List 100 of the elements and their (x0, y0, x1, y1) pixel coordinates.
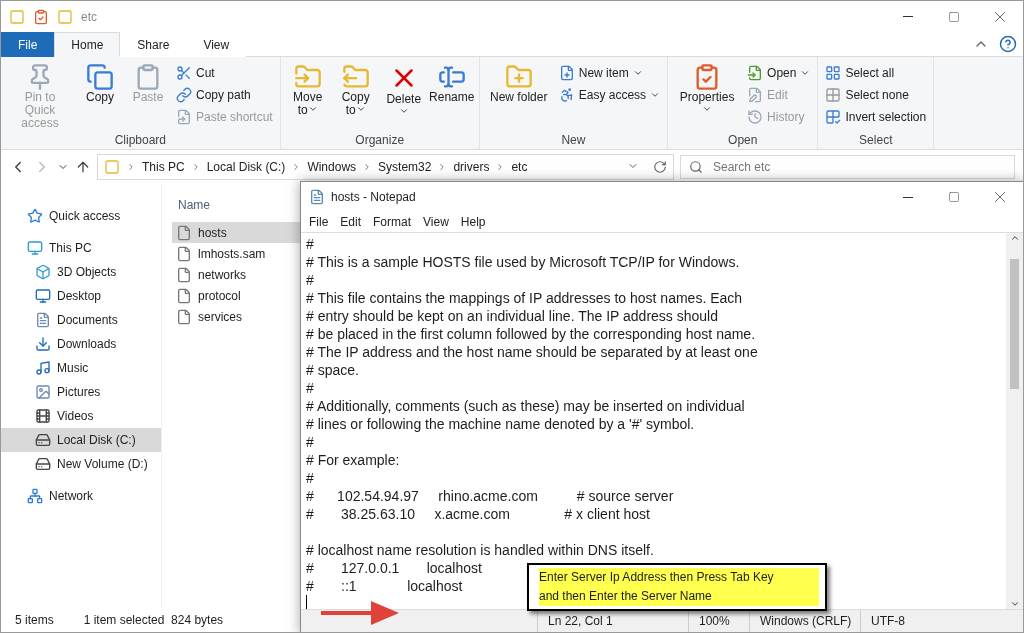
ribbon-button[interactable]: New folder (483, 61, 554, 133)
sidebar-item[interactable]: Downloads (1, 332, 161, 356)
history-icon (747, 109, 764, 125)
drive-icon (35, 432, 51, 448)
sidebar-item[interactable]: Documents (1, 308, 161, 332)
scissors-icon (176, 65, 192, 81)
music-icon (35, 360, 51, 376)
file-icon (176, 308, 192, 325)
callout-text: Enter Server Ip Address then Press Tab Key (539, 568, 819, 587)
edit-icon (747, 87, 764, 103)
star-icon (27, 208, 43, 224)
file-row[interactable]: hosts (172, 222, 300, 243)
folder-copy-icon (341, 63, 370, 91)
menu-item[interactable]: View (417, 215, 455, 229)
ribbon-small-button[interactable]: New item (555, 63, 664, 83)
file-row[interactable]: services (172, 306, 300, 327)
sidebar-item[interactable]: Pictures (1, 380, 161, 404)
breadcrumb-item[interactable]: drivers (453, 160, 490, 174)
sidebar-item[interactable]: New Volume (D:) (1, 452, 161, 476)
documents-icon (35, 312, 51, 328)
minimize-icon (903, 16, 913, 17)
ribbon-small-button[interactable]: Select all (822, 63, 930, 83)
menu-item[interactable]: Format (367, 215, 418, 229)
scroll-up-icon (1009, 233, 1020, 243)
sidebar-item[interactable]: 3D Objects (1, 260, 161, 284)
shortcut-icon (176, 109, 192, 125)
sidebar-item[interactable]: Desktop (1, 284, 161, 308)
text-line: # (306, 235, 314, 253)
separator-icon (126, 162, 136, 172)
sidebar-item[interactable]: Network (1, 484, 161, 508)
ribbon-small-button[interactable]: Copy path (173, 85, 276, 105)
group-label: Organize (354, 133, 406, 147)
text-line: # (306, 379, 314, 397)
sidebar-item[interactable]: Quick access (1, 204, 161, 228)
copy-icon (86, 63, 114, 91)
sidebar-item[interactable]: Music (1, 356, 161, 380)
text-line: # This file contains the mappings of IP addresses to host names. Each (306, 289, 743, 307)
ribbon-small-button[interactable]: Open (744, 63, 814, 83)
search-icon (689, 160, 703, 174)
invert-selection-icon (825, 109, 842, 125)
text-line: # space. (306, 361, 359, 379)
scroll-down-icon (1009, 599, 1020, 609)
up-button[interactable] (75, 159, 91, 175)
text-line: # (306, 271, 314, 289)
text-line: # 127.0.0.1 localhost (306, 559, 482, 577)
menu-item[interactable]: File (303, 215, 335, 229)
drive-icon (35, 456, 51, 472)
breadcrumb-item[interactable]: System32 (378, 160, 432, 174)
sidebar-item[interactable]: Videos (1, 404, 161, 428)
sidebar-item[interactable]: This PC (1, 236, 161, 260)
select-all-icon (825, 65, 842, 81)
item-count: 5 items (15, 613, 54, 627)
select-none-icon (825, 87, 842, 103)
download-icon (35, 336, 51, 352)
ribbon-small-button[interactable]: Easy access (555, 85, 664, 105)
ribbon-small-button[interactable]: Cut (173, 63, 276, 83)
breadcrumb-item[interactable]: etc (511, 160, 528, 174)
text-line: # The IP address and the host name should be separated by at least one (306, 343, 758, 361)
text-line: # 38.25.63.10 x.acme.com # x client host (306, 505, 650, 523)
properties-icon (33, 8, 49, 25)
ribbon-button[interactable]: Copy to (332, 61, 379, 133)
scrollbar-thumb[interactable] (1010, 259, 1019, 389)
notepad-icon (309, 189, 325, 205)
file-icon (176, 266, 192, 283)
ribbon-button[interactable]: Delete (380, 61, 427, 133)
maximize-icon (948, 191, 960, 203)
window-title: hosts - Notepad (331, 190, 416, 204)
file-icon (176, 245, 192, 262)
ribbon-button[interactable]: Copy (77, 61, 123, 133)
address-bar[interactable]: This PC Local Disk (C:) Windows System32 drivers etc (97, 154, 674, 180)
text-line: # (306, 469, 314, 487)
minimize-icon (903, 196, 913, 198)
refresh-icon (653, 160, 667, 174)
file-row[interactable]: networks (172, 264, 300, 285)
breadcrumb-item[interactable]: Local Disk (C:) (206, 160, 286, 174)
scrollbar[interactable] (1006, 233, 1023, 609)
menu-item[interactable]: Edit (334, 215, 368, 229)
group-label: New (560, 133, 587, 147)
ribbon-small-button[interactable]: Invert selection (822, 107, 930, 127)
column-header[interactable]: Name (172, 194, 300, 222)
file-icon (176, 287, 192, 304)
ribbon-small-button[interactable]: Select none (822, 85, 930, 105)
open-icon (747, 65, 764, 81)
maximize-icon (948, 10, 960, 23)
menu-item[interactable]: Help (454, 215, 492, 229)
ribbon-tab[interactable]: File (1, 32, 55, 57)
desktop-icon (35, 288, 51, 304)
ribbon-button[interactable]: Properties (672, 61, 743, 133)
computer-icon (27, 240, 43, 256)
group-label: Open (727, 133, 759, 147)
ribbon-button[interactable]: Rename (428, 61, 475, 133)
sidebar-item[interactable]: Local Disk (C:) (1, 428, 161, 452)
text-line: # This is a sample HOSTS file used by Microsoft TCP/IP for Windows. (306, 253, 740, 271)
ribbon-tab[interactable]: Home (54, 32, 121, 57)
search-field[interactable]: Search etc (680, 155, 1015, 179)
ribbon-button[interactable]: Move to (284, 61, 331, 133)
file-row[interactable]: protocol (172, 285, 300, 306)
breadcrumb-item[interactable]: This PC (142, 160, 185, 174)
breadcrumb-item[interactable]: Windows (307, 160, 357, 174)
file-row[interactable]: lmhosts.sam (172, 243, 300, 264)
